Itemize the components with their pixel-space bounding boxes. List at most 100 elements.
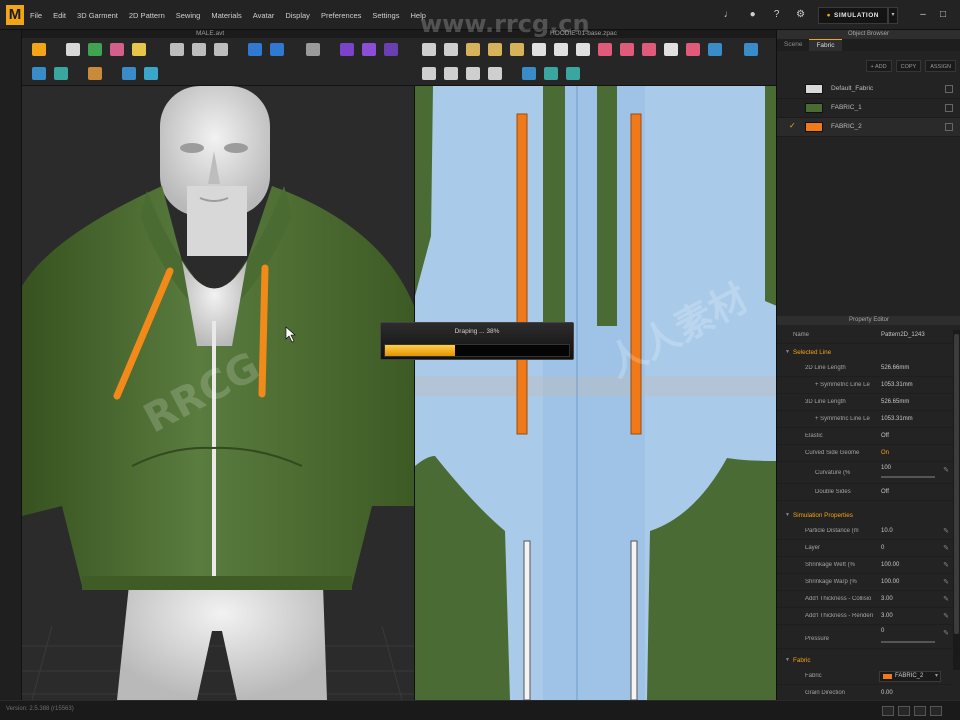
- add-fabric-button[interactable]: + ADD: [865, 60, 892, 72]
- simulation-button[interactable]: ● SIMULATION: [817, 6, 888, 24]
- transform-b-tool-icon[interactable]: [144, 67, 158, 80]
- rectangle-tool-icon[interactable]: [554, 43, 568, 56]
- view-mode-3-icon[interactable]: [914, 706, 926, 716]
- window-min-icon[interactable]: –: [916, 8, 930, 22]
- texture-tool-icon[interactable]: [32, 67, 46, 80]
- elastic-toggle[interactable]: Off: [881, 433, 889, 439]
- internal-poly-tool-icon[interactable]: [598, 43, 612, 56]
- tack-tool-icon[interactable]: [170, 43, 184, 56]
- select-move-tool-icon[interactable]: [66, 43, 80, 56]
- copy-fabric-button[interactable]: COPY: [895, 60, 922, 72]
- fold-tool-icon[interactable]: [132, 43, 146, 56]
- property-name-value[interactable]: Pattern2D_1243: [881, 332, 925, 338]
- menu-file[interactable]: File: [30, 11, 42, 20]
- fabric-item-fabric-2[interactable]: ✓ FABRIC_2: [777, 118, 960, 137]
- fabric-options-icon[interactable]: [945, 104, 953, 112]
- section-fabric[interactable]: ▼ Fabric: [777, 652, 953, 668]
- viewport-2d-pattern[interactable]: [414, 86, 776, 700]
- circle-tool-icon[interactable]: [576, 43, 590, 56]
- section-simulation-properties[interactable]: ▼ Simulation Properties: [777, 507, 953, 523]
- edit-icon[interactable]: ✎: [943, 561, 949, 569]
- edit-curve-tool-icon[interactable]: [466, 43, 480, 56]
- measure-tool-icon[interactable]: [192, 43, 206, 56]
- tab-scene[interactable]: Scene: [777, 39, 809, 51]
- shirt-tool-icon[interactable]: [248, 43, 262, 56]
- garment-tool-icon[interactable]: [88, 43, 102, 56]
- topstitch-tool-icon[interactable]: [384, 43, 398, 56]
- edit-icon[interactable]: ✎: [943, 544, 949, 552]
- line-tool-icon[interactable]: [306, 43, 320, 56]
- graphic-tool-icon[interactable]: [488, 67, 502, 80]
- view-mode-1-icon[interactable]: [882, 706, 894, 716]
- menu-3d-garment[interactable]: 3D Garment: [77, 11, 118, 20]
- grid-2d-tool-icon[interactable]: [544, 67, 558, 80]
- internal-circle-tool-icon[interactable]: [642, 43, 656, 56]
- sync-tool-icon[interactable]: [466, 67, 480, 80]
- pressure-slider[interactable]: [881, 641, 935, 643]
- curved-side-toggle[interactable]: On: [881, 450, 889, 456]
- viewport-3d[interactable]: [22, 86, 414, 700]
- fabric-item-fabric-1[interactable]: FABRIC_1: [777, 99, 960, 118]
- double-sides-toggle[interactable]: Off: [881, 489, 889, 495]
- menu-edit[interactable]: Edit: [53, 11, 66, 20]
- transform-tool-icon[interactable]: [122, 67, 136, 80]
- edit-pattern-tool-icon[interactable]: [422, 43, 436, 56]
- segment-sewing-tool-icon[interactable]: [708, 43, 722, 56]
- menu-display[interactable]: Display: [285, 11, 310, 20]
- view-mode-2-icon[interactable]: [898, 706, 910, 716]
- library-strip: [0, 30, 22, 700]
- grid-b-2d-tool-icon[interactable]: [566, 67, 580, 80]
- fabric-item-default[interactable]: Default_Fabric: [777, 80, 960, 99]
- menu-avatar[interactable]: Avatar: [253, 11, 275, 20]
- community-icon[interactable]: ⚙: [794, 8, 808, 22]
- user-icon[interactable]: ●: [746, 8, 760, 22]
- property-editor-scrollbar[interactable]: [953, 330, 960, 670]
- edit-icon[interactable]: ✎: [943, 527, 949, 535]
- zipper-tool-icon[interactable]: [340, 43, 354, 56]
- menu-preferences[interactable]: Preferences: [321, 11, 361, 20]
- volume-icon[interactable]: ♩: [722, 8, 736, 22]
- menu-sewing[interactable]: Sewing: [176, 11, 201, 20]
- select-2d-tool-icon[interactable]: [522, 67, 536, 80]
- internal-rect-tool-icon[interactable]: [620, 43, 634, 56]
- trace-tool-icon[interactable]: [686, 43, 700, 56]
- add-point-tool-icon[interactable]: [510, 43, 524, 56]
- window-max-icon[interactable]: □: [936, 8, 950, 22]
- tab-fabric[interactable]: Fabric: [809, 39, 842, 51]
- button-tool-icon[interactable]: [362, 43, 376, 56]
- curvature-input[interactable]: 100: [881, 465, 891, 471]
- view-mode-4-icon[interactable]: [930, 706, 942, 716]
- menu-help[interactable]: Help: [410, 11, 425, 20]
- section-selected-line[interactable]: ▼ Selected Line: [777, 344, 953, 360]
- help-icon[interactable]: ?: [770, 8, 784, 22]
- edit-icon[interactable]: ✎: [943, 466, 949, 474]
- menu-materials[interactable]: Materials: [211, 11, 241, 20]
- edit-icon[interactable]: ✎: [943, 578, 949, 586]
- pin-tool-icon[interactable]: [110, 43, 124, 56]
- simulation-dropdown[interactable]: ▾: [888, 6, 898, 24]
- sewing-tool-icon[interactable]: [744, 43, 758, 56]
- fabric-options-icon[interactable]: [945, 85, 953, 93]
- fabric-options-icon[interactable]: [945, 123, 953, 131]
- fabric-select[interactable]: FABRIC_2 ▾: [879, 671, 941, 682]
- curve-point-tool-icon[interactable]: [488, 43, 502, 56]
- assign-fabric-button[interactable]: ASSIGN: [925, 60, 956, 72]
- grid-tool-icon[interactable]: [54, 67, 68, 80]
- fitmap-tool-icon[interactable]: [88, 67, 102, 80]
- edit-texture-tool-icon[interactable]: [422, 67, 436, 80]
- avatar-tool-icon[interactable]: [214, 43, 228, 56]
- pants-tool-icon[interactable]: [270, 43, 284, 56]
- menu-settings[interactable]: Settings: [372, 11, 399, 20]
- dart-tool-icon[interactable]: [664, 43, 678, 56]
- polygon-tool-icon[interactable]: [532, 43, 546, 56]
- curvature-slider[interactable]: [881, 476, 935, 478]
- edit-icon[interactable]: ✎: [943, 629, 949, 637]
- edit-icon[interactable]: ✎: [943, 612, 949, 620]
- menu-2d-pattern[interactable]: 2D Pattern: [129, 11, 165, 20]
- simulate-tool-icon[interactable]: [32, 43, 46, 56]
- edit-icon[interactable]: ✎: [943, 595, 949, 603]
- transform-pattern-tool-icon[interactable]: [444, 67, 458, 80]
- draping-progress-track: [384, 344, 570, 357]
- edit-point-tool-icon[interactable]: [444, 43, 458, 56]
- pressure-input[interactable]: 0: [881, 628, 884, 634]
